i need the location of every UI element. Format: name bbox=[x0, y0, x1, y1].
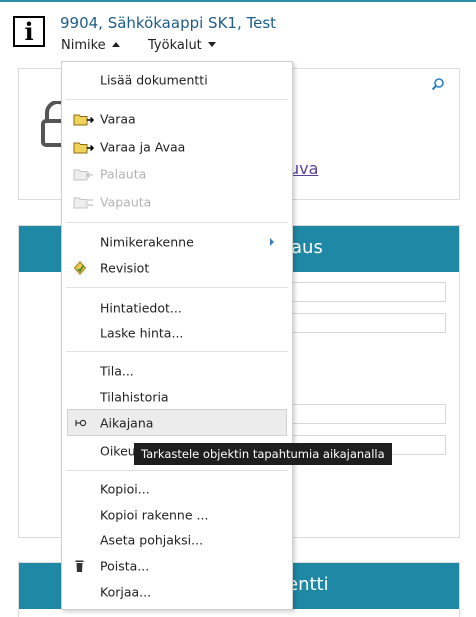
menu-item-label: Nimikerakenne bbox=[100, 234, 194, 250]
menu-item-hintatiedot[interactable]: Hintatiedot... bbox=[62, 296, 292, 320]
menu-item-label: Varaa bbox=[100, 111, 136, 127]
menu-item-lisaa-dokumentti[interactable]: Lisää dokumentti bbox=[62, 68, 292, 92]
details-panel-title: aus bbox=[291, 237, 323, 258]
menu-item-korjaa[interactable]: Korjaa... bbox=[62, 580, 292, 604]
menu-tyokalut-label: Työkalut bbox=[148, 38, 202, 53]
menu-item-poista[interactable]: Poista... bbox=[62, 554, 292, 578]
menu-item-label: Tilahistoria bbox=[100, 389, 169, 405]
page-title: 9904, Sähkökaappi SK1, Test bbox=[60, 14, 277, 32]
folder-release-icon bbox=[73, 197, 93, 209]
menu-item-label: Kopioi... bbox=[100, 481, 150, 497]
tooltip: Tarkastele objektin tapahtumia aikajanal… bbox=[134, 443, 392, 465]
menu-item-label: Revisiot bbox=[100, 260, 150, 276]
menu-item-vapauta: Vapauta bbox=[62, 190, 292, 214]
menu-separator bbox=[66, 99, 288, 100]
field-input-2[interactable] bbox=[291, 313, 446, 333]
menu-item-label: Tila... bbox=[100, 363, 134, 379]
menu-item-label: Hintatiedot... bbox=[100, 300, 182, 316]
search-icon[interactable] bbox=[431, 77, 445, 91]
top-accent-line bbox=[0, 0, 476, 2]
caret-up-icon bbox=[111, 42, 120, 47]
menu-item-varaa-ja-avaa[interactable]: Varaa ja Avaa bbox=[62, 135, 292, 159]
field-input-1[interactable] bbox=[291, 282, 446, 302]
menu-item-varaa[interactable]: Varaa bbox=[62, 107, 292, 131]
nimike-dropdown-menu: Lisää dokumentti Varaa Varaa ja Avaa Pal… bbox=[61, 61, 293, 610]
menu-item-aikajana[interactable]: Aikajana bbox=[67, 409, 287, 436]
menu-item-kopioi-rakenne[interactable]: Kopioi rakenne ... bbox=[62, 503, 292, 527]
menu-separator bbox=[66, 351, 288, 352]
menu-item-label: Varaa ja Avaa bbox=[100, 139, 186, 155]
info-glyph: i bbox=[24, 17, 34, 46]
menu-item-aseta-pohjaksi[interactable]: Aseta pohjaksi... bbox=[62, 528, 292, 552]
menu-item-revisiot[interactable]: Revisiot bbox=[62, 256, 292, 280]
menu-item-label: Kopioi rakenne ... bbox=[100, 507, 209, 523]
menu-item-tilahistoria[interactable]: Tilahistoria bbox=[62, 385, 292, 409]
caret-down-icon bbox=[207, 42, 216, 47]
menu-tyokalut[interactable]: Työkalut bbox=[148, 38, 216, 53]
menu-item-kopioi[interactable]: Kopioi... bbox=[62, 477, 292, 501]
menu-item-label: Poista... bbox=[100, 558, 150, 574]
info-icon: i bbox=[13, 16, 45, 47]
folder-checkout-icon bbox=[73, 114, 95, 126]
timeline-icon bbox=[75, 419, 87, 426]
menu-item-label: Korjaa... bbox=[100, 584, 152, 600]
menu-item-tila[interactable]: Tila... bbox=[62, 359, 292, 383]
chevron-right-icon bbox=[270, 238, 274, 246]
menu-item-label: Vapauta bbox=[100, 194, 152, 210]
field-input-3[interactable] bbox=[291, 404, 446, 424]
menu-item-palauta: Palauta bbox=[62, 162, 292, 186]
menu-item-label: Lisää dokumentti bbox=[100, 72, 208, 88]
folder-checkout-open-icon bbox=[73, 142, 95, 154]
menu-item-label: Laske hinta... bbox=[100, 325, 184, 341]
menu-item-label: Palauta bbox=[100, 166, 147, 182]
menu-item-label: Aikajana bbox=[100, 415, 154, 430]
trash-icon bbox=[75, 560, 84, 572]
documents-panel-title: entti bbox=[287, 574, 329, 595]
menu-item-nimikerakenne[interactable]: Nimikerakenne bbox=[62, 230, 292, 254]
menu-separator bbox=[66, 222, 288, 223]
menu-item-label: Aseta pohjaksi... bbox=[100, 532, 204, 548]
panel-link[interactable]: uva bbox=[289, 159, 318, 178]
menu-item-label: Oikeu bbox=[100, 443, 136, 459]
menu-separator bbox=[66, 470, 288, 471]
folder-return-icon bbox=[73, 169, 93, 181]
revision-icon bbox=[73, 261, 87, 275]
menu-item-laske-hinta[interactable]: Laske hinta... bbox=[62, 321, 292, 345]
menu-nimike-label: Nimike bbox=[61, 38, 106, 53]
menu-separator bbox=[66, 287, 288, 288]
menu-nimike[interactable]: Nimike bbox=[61, 38, 120, 53]
